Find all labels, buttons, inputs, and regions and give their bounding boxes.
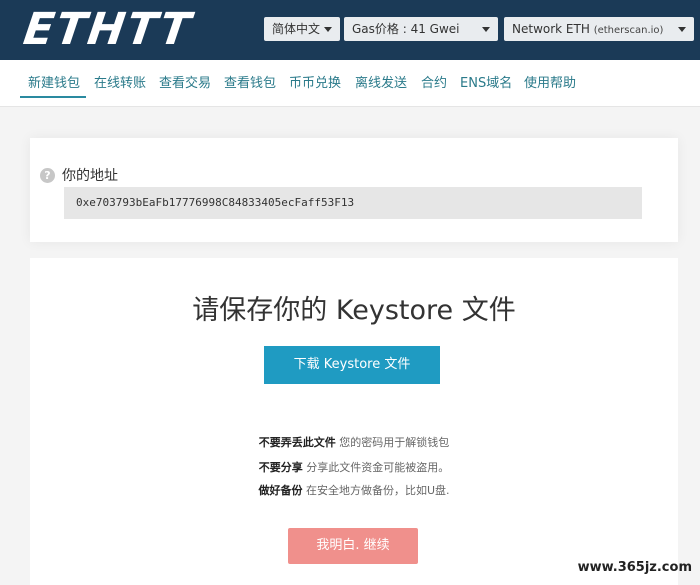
- network-source: (etherscan.io): [593, 25, 664, 36]
- language-value: 简体中文: [272, 22, 321, 36]
- watermark: www.365jz.com: [577, 560, 692, 575]
- warning-strong: 做好备份: [258, 484, 303, 497]
- warning-line: 不要弄丢此文件 您的密码用于解锁钱包: [30, 434, 678, 450]
- network-value: Network ETH: [512, 22, 590, 36]
- chevron-down-icon: [482, 27, 490, 32]
- nav-ens[interactable]: ENS域名: [460, 72, 512, 91]
- address-label: 你的地址: [62, 168, 118, 184]
- network-select[interactable]: Network ETH (etherscan.io): [504, 17, 694, 41]
- warning-line: 做好备份 在安全地方做备份，比如U盘.: [30, 482, 678, 498]
- nav-view-wallet[interactable]: 查看钱包: [224, 72, 276, 91]
- help-icon[interactable]: ?: [40, 168, 55, 183]
- nav-new-wallet[interactable]: 新建钱包: [28, 72, 80, 91]
- chevron-down-icon: [678, 27, 686, 32]
- nav-help[interactable]: 使用帮助: [524, 72, 576, 91]
- nav-contracts[interactable]: 合约: [421, 72, 447, 91]
- chevron-down-icon: [324, 27, 332, 32]
- page-title: 请保存你的 Keystore 文件: [192, 295, 516, 326]
- active-tab-indicator: [20, 96, 86, 98]
- warning-line: 不要分享 分享此文件资金可能被盗用。: [30, 459, 678, 475]
- nav-swap[interactable]: 币币兑换: [289, 72, 341, 91]
- top-header: ETHTT 简体中文 Gas价格 : 41 Gwei Network ETH (…: [0, 0, 700, 60]
- warning-strong: 不要分享: [258, 461, 303, 474]
- continue-button[interactable]: 我明白. 继续: [288, 528, 418, 564]
- gas-price-value: Gas价格 : 41 Gwei: [352, 22, 460, 36]
- nav-offline-send[interactable]: 离线发送: [355, 72, 407, 91]
- keystore-panel: 请保存你的 Keystore 文件 下载 Keystore 文件 不要弄丢此文件…: [30, 258, 678, 585]
- address-field[interactable]: 0xe703793bEaFb17776998C84833405ecFaff53F…: [64, 187, 642, 219]
- nav-view-tx[interactable]: 查看交易: [159, 72, 211, 91]
- warning-strong: 不要弄丢此文件: [258, 436, 336, 449]
- site-logo[interactable]: ETHTT: [20, 4, 195, 55]
- main-nav: 新建钱包 在线转账 查看交易 查看钱包 币币兑换 离线发送 合约 ENS域名 使…: [0, 60, 700, 107]
- gas-price-select[interactable]: Gas价格 : 41 Gwei: [344, 17, 498, 41]
- language-select[interactable]: 简体中文: [264, 17, 340, 41]
- warning-text: 分享此文件资金可能被盗用。: [302, 461, 450, 474]
- download-keystore-button[interactable]: 下载 Keystore 文件: [264, 346, 440, 384]
- warning-text: 您的密码用于解锁钱包: [335, 436, 450, 449]
- nav-send[interactable]: 在线转账: [94, 72, 146, 91]
- address-card: ? 你的地址 0xe703793bEaFb17776998C84833405ec…: [30, 138, 678, 242]
- warning-text: 在安全地方做备份，比如U盘.: [302, 484, 450, 497]
